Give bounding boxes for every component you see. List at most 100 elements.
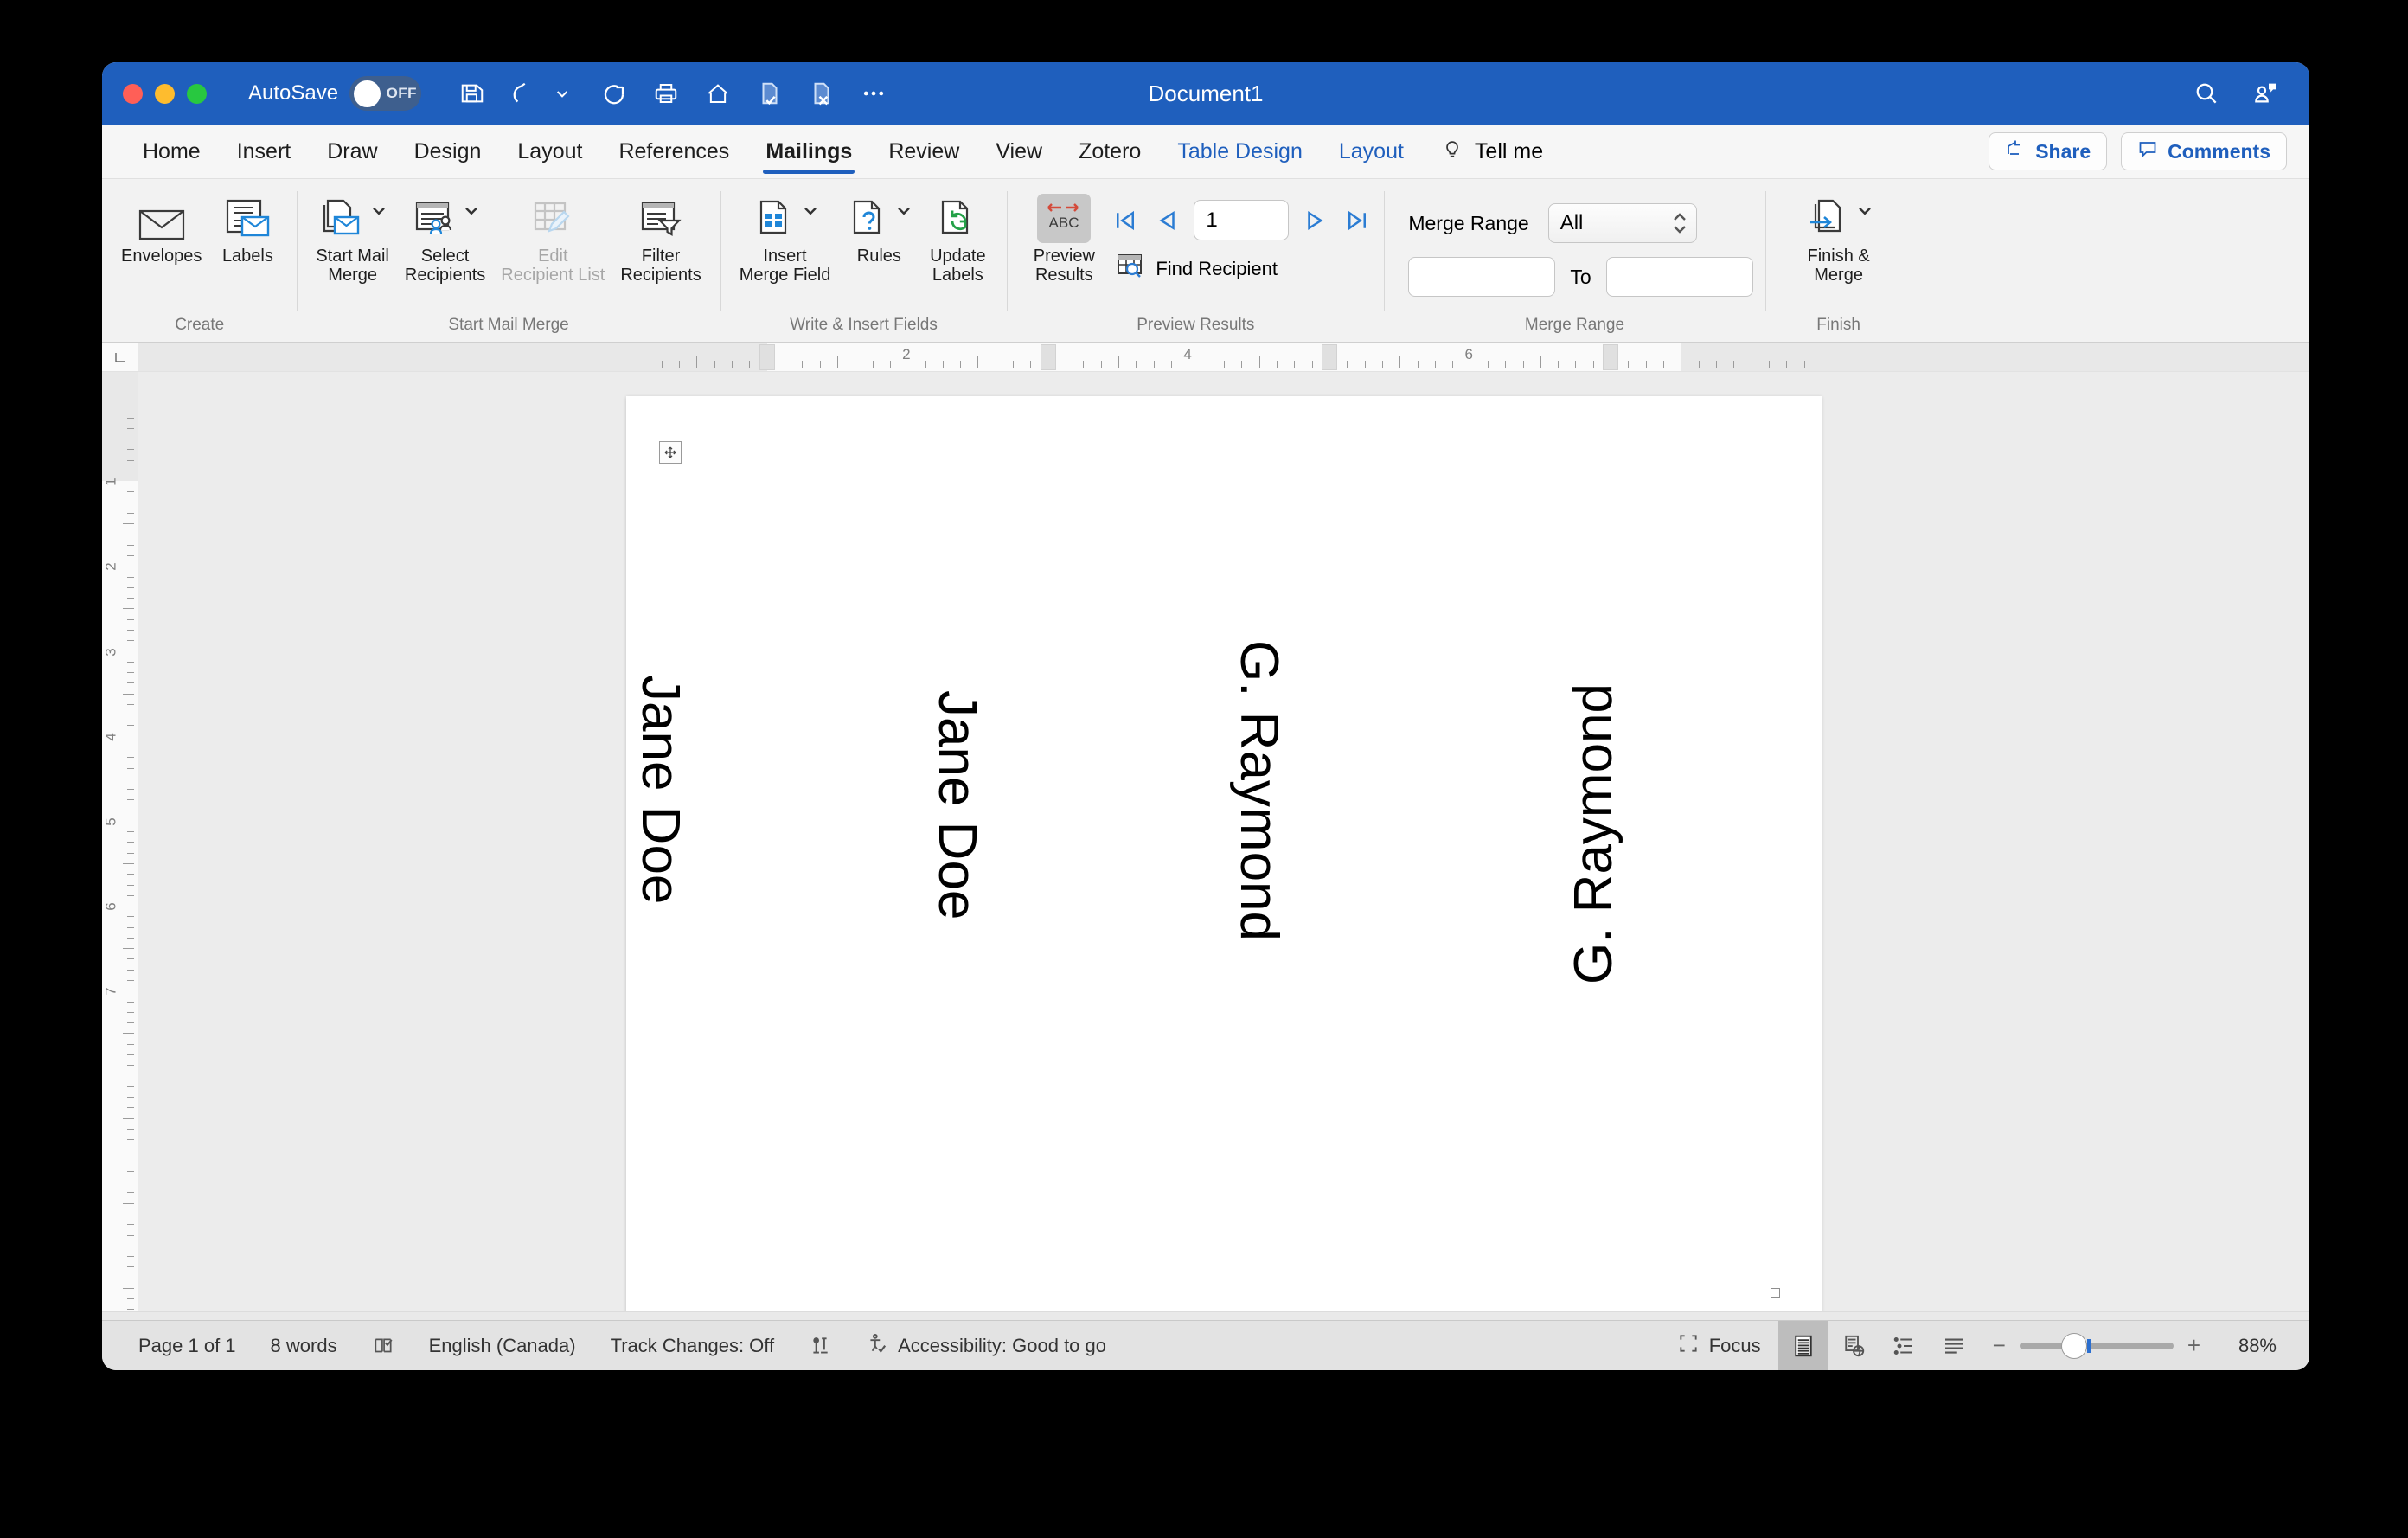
autosave-toggle[interactable]: OFF [349,76,422,111]
merge-range-to-input[interactable] [1605,257,1753,297]
ruler-tick [1364,361,1366,368]
redo-icon[interactable] [599,79,629,108]
chevron-down-icon[interactable] [896,202,912,222]
tab-table-design[interactable]: Table Design [1159,125,1321,178]
column-resize-handle[interactable] [1040,344,1056,370]
horizontal-ruler[interactable]: 1234567 [102,343,2309,372]
accept-revision-icon[interactable] [755,79,785,108]
column-resize-handle[interactable] [1321,344,1337,370]
ruler-tick [127,682,134,684]
accessibility-status[interactable]: Accessibility: Good to go [849,1332,1124,1360]
autosave-control[interactable]: AutoSave OFF [248,76,422,111]
ruler-corner[interactable] [102,343,138,371]
tab-layout[interactable]: Layout [499,125,600,178]
start-mail-merge-button[interactable]: Start Mail Merge [309,188,395,285]
ruler-tick [1522,361,1524,368]
ruler-tick [1381,361,1383,368]
update-labels-button[interactable]: Update Labels [920,188,995,285]
more-options-icon[interactable] [859,79,888,108]
focus-button[interactable]: Focus [1660,1332,1778,1360]
track-changes-icon[interactable] [791,1335,849,1357]
close-window-button[interactable] [123,83,143,104]
table-move-handle[interactable] [659,441,682,464]
ruler-tick [1276,361,1278,368]
undo-chevron-down-icon[interactable] [548,79,577,108]
tab-insert[interactable]: Insert [219,125,310,178]
tab-review[interactable]: Review [870,125,977,178]
draft-view-button[interactable] [1929,1321,1979,1371]
document-canvas[interactable]: Jane Doe Jane Doe G. Raymond G. Raymond [138,372,2309,1311]
label-table[interactable]: Jane Doe Jane Doe G. Raymond G. Raymond [626,621,1822,1105]
tab-zotero[interactable]: Zotero [1060,125,1159,178]
tab-view[interactable]: View [977,125,1060,178]
tab-references[interactable]: References [600,125,747,178]
tab-layout-contextual[interactable]: Layout [1321,125,1422,178]
reject-revision-icon[interactable] [807,79,836,108]
share-button[interactable]: Share [1989,132,2108,170]
zoom-in-button[interactable]: + [2187,1332,2200,1359]
group-label-finish: Finish [1816,316,1860,334]
chevron-down-icon[interactable] [371,202,387,222]
finish-and-merge-button[interactable]: Finish & Merge [1798,188,1880,285]
outline-view-button[interactable] [1879,1321,1929,1371]
print-layout-view-button[interactable] [1777,1320,1828,1370]
horizontal-scrollbar[interactable] [102,1311,2309,1320]
tab-draw[interactable]: Draw [309,125,395,178]
collaborators-icon[interactable] [2251,79,2280,108]
merge-range-select[interactable]: All [1547,203,1697,243]
horizontal-ruler-track[interactable]: 1234567 [138,343,2309,371]
table-cell[interactable]: Jane Doe [925,621,1225,1105]
comments-button[interactable]: Comments [2121,132,2287,170]
save-icon[interactable] [458,79,487,108]
previous-record-button[interactable] [1152,203,1182,238]
last-record-button[interactable] [1342,203,1372,238]
column-resize-handle[interactable] [759,344,775,370]
record-number-input[interactable]: 1 [1194,200,1290,240]
home-icon[interactable] [703,79,733,108]
word-count[interactable]: 8 words [253,1335,355,1357]
chevron-down-icon[interactable] [464,202,479,222]
zoom-level[interactable]: 88% [2214,1335,2277,1357]
chevron-down-icon[interactable] [1857,202,1873,222]
stepper-arrows-icon[interactable] [1672,212,1688,234]
first-record-button[interactable] [1111,203,1140,238]
column-resize-handle[interactable] [1603,344,1619,370]
table-cell[interactable]: Jane Doe [626,621,925,1105]
search-icon[interactable] [2192,79,2221,108]
ruler-tick [749,361,751,368]
find-recipient-button[interactable]: Find Recipient [1111,240,1372,285]
zoom-out-button[interactable]: − [1993,1332,2006,1359]
zoom-slider-handle[interactable] [2060,1332,2087,1359]
zoom-slider[interactable] [2019,1332,2174,1359]
minimize-window-button[interactable] [155,83,175,104]
print-icon[interactable] [651,79,681,108]
undo-icon[interactable] [509,79,539,108]
document-page[interactable]: Jane Doe Jane Doe G. Raymond G. Raymond [626,396,1822,1311]
filter-recipients-button[interactable]: Filter Recipients [613,188,708,285]
labels-button[interactable]: Labels [210,188,285,266]
insert-merge-field-button[interactable]: Insert Merge Field [733,188,838,285]
ruler-tick [127,1170,134,1172]
language[interactable]: English (Canada) [412,1335,593,1357]
ruler-tick [1241,361,1243,368]
track-changes-status[interactable]: Track Changes: Off [593,1335,792,1357]
envelopes-button[interactable]: Envelopes [114,188,208,266]
proofing-icon[interactable] [355,1335,412,1357]
table-cell[interactable]: G. Raymond [1224,621,1523,1105]
rules-button[interactable]: Rules [839,188,919,266]
tab-design[interactable]: Design [396,125,500,178]
tell-me-control[interactable]: Tell me [1422,138,1543,166]
merge-range-from-input[interactable] [1408,257,1556,297]
maximize-window-button[interactable] [187,83,207,104]
next-record-button[interactable] [1301,203,1330,238]
page-count[interactable]: Page 1 of 1 [121,1335,253,1357]
web-layout-view-button[interactable] [1828,1321,1879,1371]
share-icon [2005,138,2026,164]
table-cell[interactable]: G. Raymond [1523,621,1822,1105]
tab-mailings[interactable]: Mailings [747,125,870,178]
vertical-ruler[interactable]: 1 2 3 4 5 6 7 [102,372,138,1311]
select-recipients-button[interactable]: Select Recipients [398,188,492,285]
preview-results-button[interactable]: ABC Preview Results [1019,188,1109,285]
chevron-down-icon[interactable] [803,202,818,222]
tab-home[interactable]: Home [125,125,219,178]
